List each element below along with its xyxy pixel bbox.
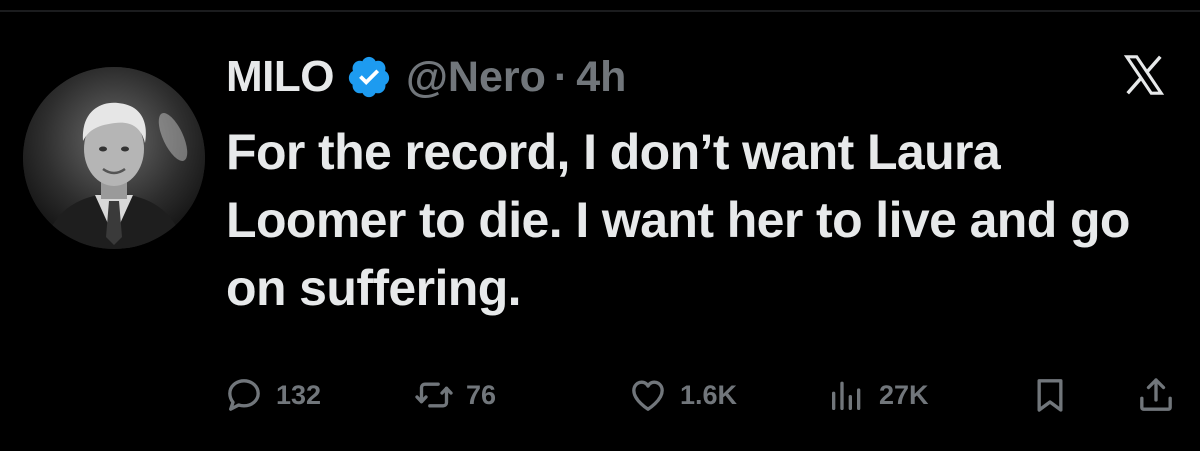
repost-icon: [415, 382, 453, 408]
top-divider: [0, 10, 1200, 12]
post-header: MILO @Nero · 4h: [226, 50, 626, 104]
bookmark-button[interactable]: [1030, 370, 1070, 420]
x-logo-icon: [1123, 55, 1165, 95]
bookmark-icon: [1037, 379, 1063, 412]
post-text: For the record, I don’t want Laura Loome…: [226, 124, 1130, 316]
like-count: 1.6K: [680, 379, 738, 410]
reply-button[interactable]: 132: [224, 370, 321, 420]
user-handle[interactable]: @Nero: [406, 53, 546, 102]
like-button[interactable]: 1.6K: [628, 370, 737, 420]
avatar-image: [23, 67, 205, 249]
header-separator: ·: [553, 52, 569, 101]
reply-icon: [228, 379, 260, 411]
heart-icon: [632, 380, 664, 411]
repost-count: 76: [466, 379, 497, 410]
verified-badge-icon: [348, 56, 390, 98]
share-icon: [1140, 378, 1172, 411]
repost-button[interactable]: 76: [414, 370, 496, 420]
share-button[interactable]: [1136, 370, 1176, 420]
display-name[interactable]: MILO: [226, 52, 334, 102]
post-timestamp[interactable]: 4h: [576, 53, 626, 102]
reply-count: 132: [276, 379, 322, 410]
views-icon: [832, 381, 861, 410]
views-button[interactable]: 27K: [827, 370, 929, 420]
action-bar: 132 76 1.6K 27K: [224, 370, 1184, 420]
views-count: 27K: [879, 379, 929, 410]
avatar[interactable]: [23, 67, 205, 249]
